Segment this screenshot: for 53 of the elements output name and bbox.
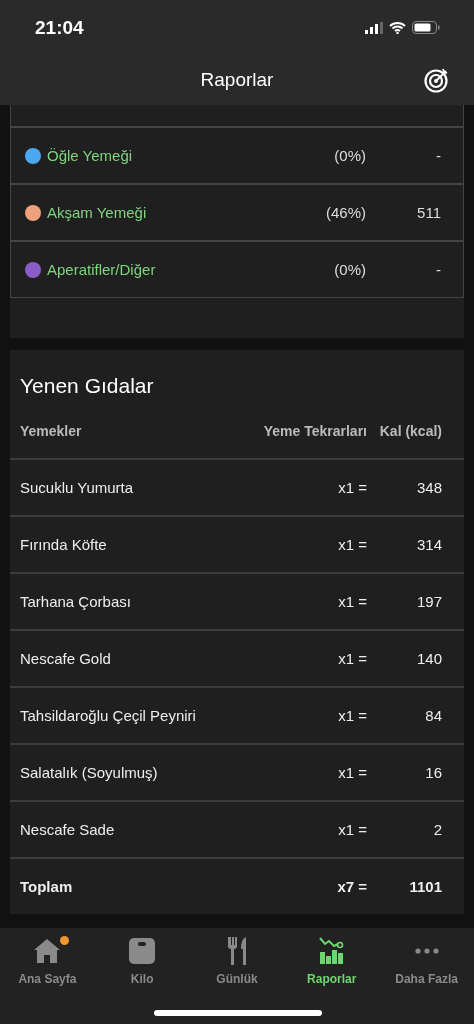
food-count: x1 =	[337, 764, 367, 781]
column-header: Yemekler	[20, 422, 83, 441]
wifi-icon	[389, 21, 406, 34]
food-count: x1 =	[337, 593, 367, 610]
screen-title: Raporlar	[200, 69, 274, 91]
meal-percent: (46%)	[325, 204, 366, 221]
section-title: Yenen Gıdalar	[19, 373, 155, 399]
food-count: x1 =	[337, 707, 367, 724]
food-count: x1 =	[337, 536, 367, 553]
battery-icon	[412, 21, 440, 34]
food-calories: 197	[415, 593, 442, 610]
tab[interactable]: Raporlar	[284, 936, 380, 986]
meal-name: Öğle Yemeği	[47, 147, 134, 164]
food-calories: 140	[415, 650, 442, 667]
food-count: x7 =	[336, 878, 367, 895]
meal-percent: (0%)	[333, 261, 366, 278]
food-calories: 84	[424, 707, 442, 724]
food-calories: 2	[432, 821, 442, 838]
food-count: x1 =	[337, 821, 367, 838]
tab[interactable]: Daha Fazla	[379, 936, 474, 986]
tab[interactable]: Günlük	[189, 936, 285, 986]
food-name: Sucuklu Yumurta	[20, 479, 135, 496]
meal-calories: -	[435, 147, 441, 164]
food-calories: 314	[415, 536, 442, 553]
scale-icon	[129, 938, 156, 964]
food-name: Tarhana Çorbası	[20, 593, 132, 610]
tab[interactable]: Ana Sayfa	[0, 936, 95, 986]
food-name: Nescafe Gold	[20, 650, 112, 667]
more-icon	[414, 948, 439, 954]
signal-icon	[365, 21, 383, 34]
food-name: Nescafe Sade	[20, 821, 116, 838]
meal-calories: -	[435, 261, 441, 278]
tab[interactable]: Kilo	[94, 936, 190, 986]
food-count: x1 =	[337, 479, 367, 496]
meal-name: Aperatifler/Diğer	[47, 261, 157, 278]
chart-icon	[318, 937, 345, 965]
column-header: Yeme Tekrarları	[262, 422, 367, 441]
food-calories: 16	[424, 764, 442, 781]
meal-percent: (0%)	[333, 147, 366, 164]
food-name: Salatalık (Soyulmuş)	[20, 764, 159, 781]
food-name: Fırında Köfte	[20, 536, 108, 553]
food-count: x1 =	[337, 650, 367, 667]
target-icon[interactable]	[424, 67, 450, 93]
status-time: 21:04	[35, 16, 84, 39]
home-icon	[33, 938, 62, 964]
meal-calories: 511	[416, 204, 441, 221]
fork-knife-icon	[227, 937, 247, 965]
meal-name: Akşam Yemeği	[47, 204, 148, 221]
food-name: Tahsildaroğlu Çeçil Peyniri	[20, 707, 197, 724]
column-header: Kal (kcal)	[378, 422, 442, 441]
total-label: Toplam	[20, 878, 74, 895]
food-calories: 1101	[408, 878, 442, 895]
food-calories: 348	[415, 479, 442, 496]
